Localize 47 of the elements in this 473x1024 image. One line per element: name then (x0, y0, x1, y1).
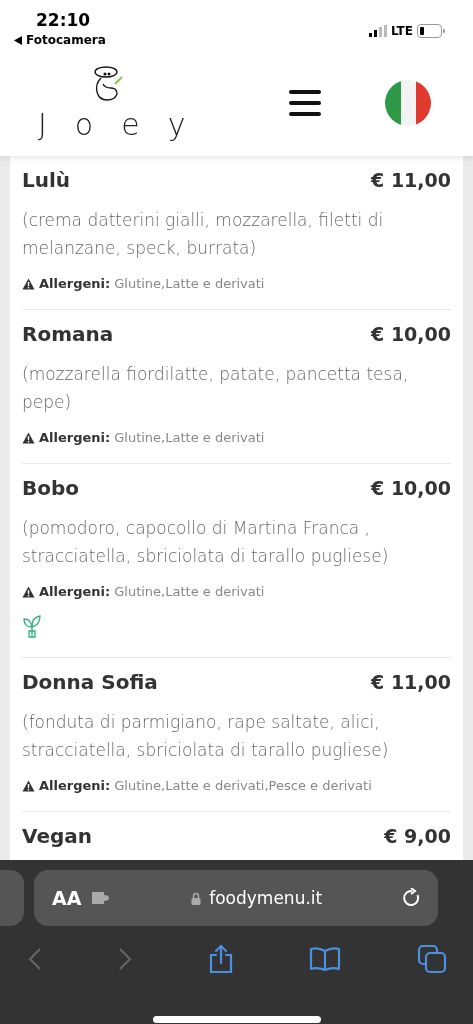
text-size-button[interactable]: AA (52, 887, 82, 909)
dish-price: € 11,00 (371, 671, 451, 693)
dish-name: Bobo (22, 476, 80, 500)
allergens-list: Glutine,Latte e derivati (114, 584, 265, 599)
allergens-list: Glutine,Latte e derivati,Pesce e derivati (114, 778, 372, 793)
dish-name: Vegan (22, 824, 92, 848)
forward-icon[interactable] (117, 947, 132, 971)
menu-icon[interactable] (288, 89, 323, 117)
warning-icon (22, 431, 35, 444)
signal-icon (368, 25, 387, 37)
dish-description: (mozzarella fiordilatte, patate, pancetta tesa, pepe) (22, 363, 410, 414)
url-text: foodymenu.it (209, 888, 323, 908)
dish-price: € 9,00 (384, 825, 451, 847)
dish-price: € 11,00 (371, 169, 451, 191)
dish-name: Donna Sofia (22, 670, 158, 694)
battery-icon (417, 24, 445, 38)
reload-icon[interactable] (402, 888, 422, 908)
allergens-label: Allergeni: (39, 276, 111, 291)
warning-icon (22, 585, 35, 598)
back-link[interactable]: Fotocamera (14, 33, 106, 47)
share-icon[interactable] (207, 944, 234, 974)
status-time: 22:10 (36, 10, 91, 30)
dish-description: (crema datterini gialli, mozzarella, filetti di melanzane, speck, burrata) (22, 209, 385, 260)
address-bar[interactable]: AA foodymenu.it (34, 870, 438, 926)
dish-name: Lulù (22, 168, 71, 192)
dish-price: € 10,00 (371, 477, 451, 499)
puzzle-icon[interactable] (91, 891, 112, 905)
dish-description: (pomodoro, capocollo di Martina Franca , stracciatella, sbriciolata di tarallo pugliese) (22, 517, 390, 568)
allergens-label: Allergeni: (39, 430, 111, 445)
allergens-label: Allergeni: (39, 584, 111, 599)
dish-name: Romana (22, 322, 114, 346)
dish-price: € 10,00 (371, 323, 451, 345)
back-arrow-icon[interactable] (14, 35, 22, 45)
flag-icon[interactable] (385, 80, 431, 126)
tabs-icon[interactable] (417, 944, 447, 974)
allergens-list: Glutine,Latte e derivati (114, 276, 265, 291)
network-label: LTE (390, 24, 413, 38)
logo-text: Joey (38, 108, 214, 142)
bookmarks-icon[interactable] (309, 946, 342, 972)
back-icon[interactable] (28, 947, 42, 971)
warning-icon (22, 779, 35, 792)
dish-description: (fonduta di parmigiano, rape saltate, alici, stracciatella, sbriciolata di tarallo pugliese) (22, 711, 390, 762)
allergens-label: Allergeni: (39, 778, 111, 793)
allergens-list: Glutine,Latte e derivati (114, 430, 265, 445)
lock-icon (191, 891, 202, 905)
warning-icon (22, 277, 35, 290)
leaf-icon (22, 613, 42, 639)
